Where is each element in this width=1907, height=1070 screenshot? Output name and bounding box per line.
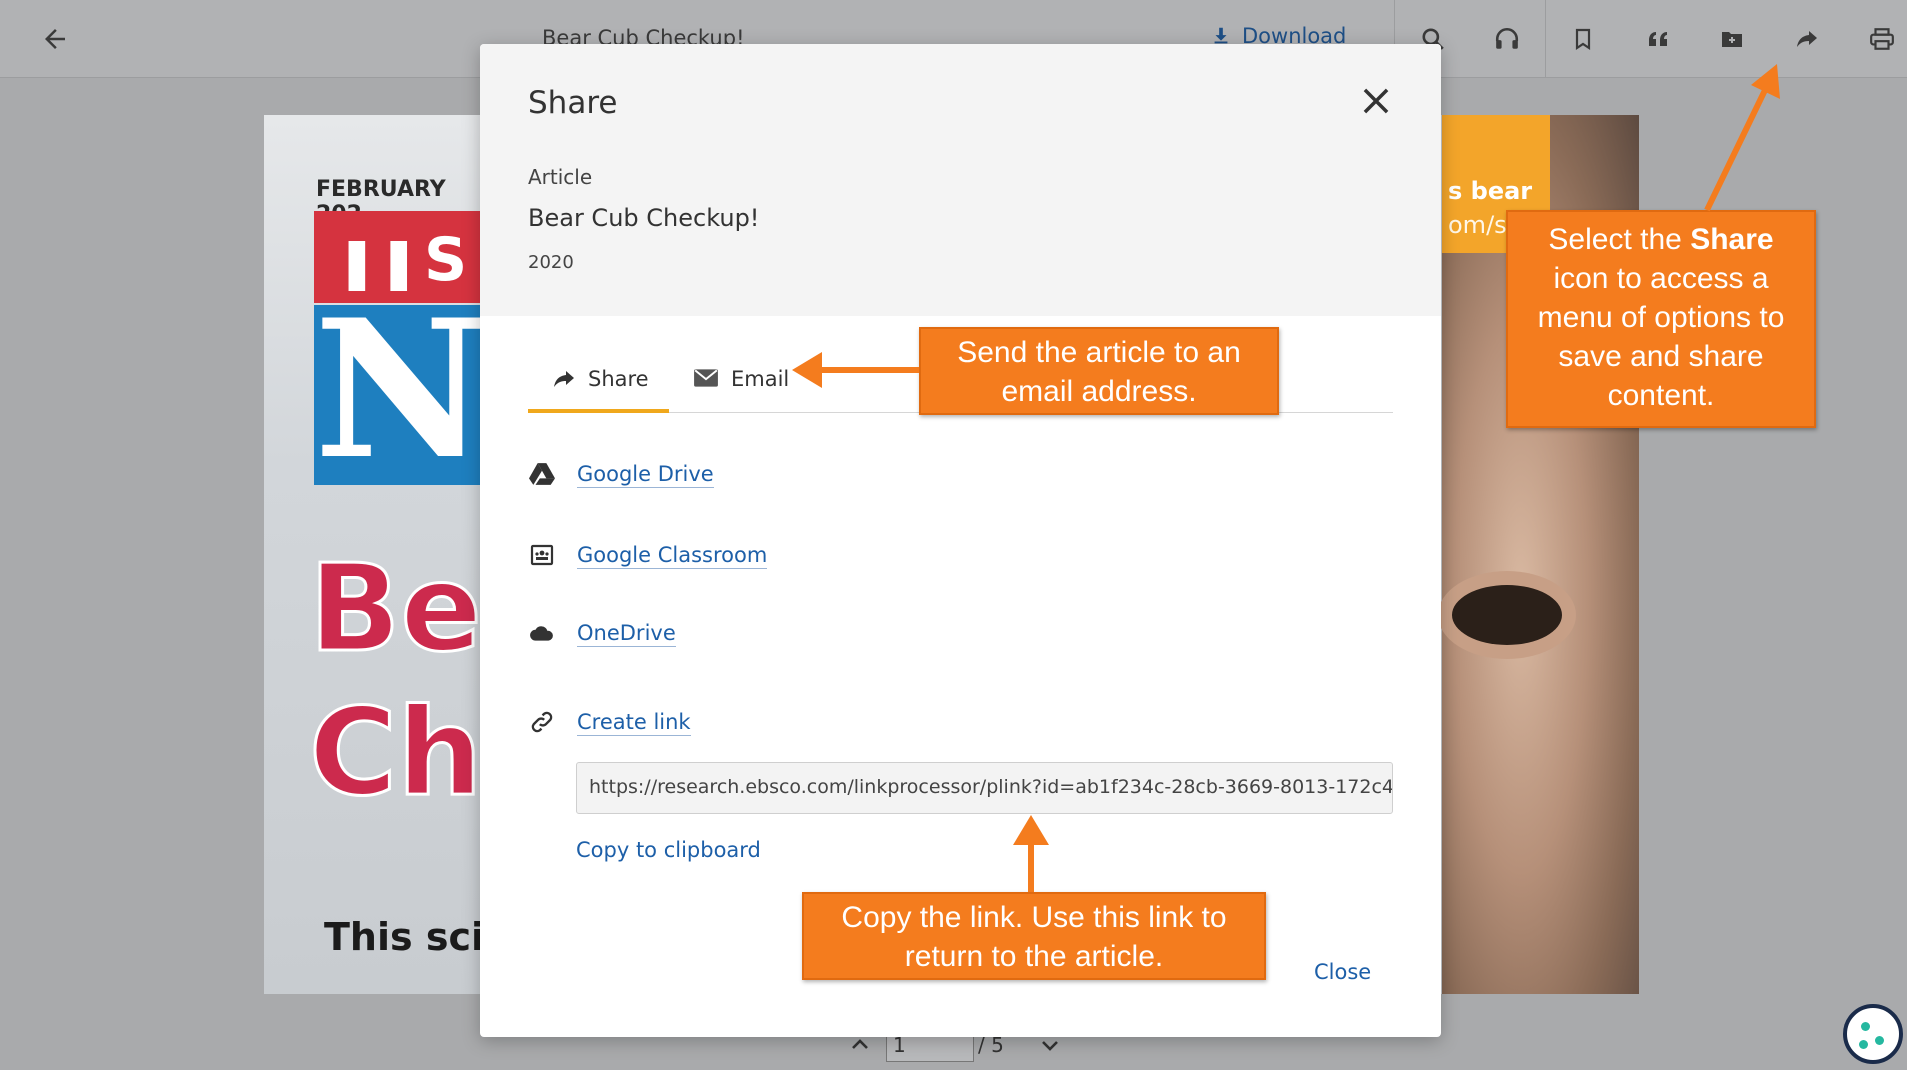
create-link-option[interactable]: Create link	[528, 708, 691, 736]
google-drive-icon	[528, 460, 556, 488]
back-arrow-icon[interactable]	[40, 24, 70, 54]
google-drive-option[interactable]: Google Drive	[528, 460, 714, 488]
share-dialog: Share Article Bear Cub Checkup! 2020 Sha…	[480, 44, 1441, 1037]
close-button[interactable]: Close	[1314, 960, 1371, 984]
tab-email-label: Email	[731, 367, 790, 391]
copy-to-clipboard-button[interactable]: Copy to clipboard	[576, 838, 761, 862]
masthead-letter: N	[314, 295, 494, 485]
cover-photo-eye	[1452, 585, 1562, 645]
cover-footer-text: This sci	[324, 915, 485, 959]
tab-share[interactable]: Share	[528, 367, 669, 413]
share-icon[interactable]	[1792, 24, 1822, 54]
item-type: Article	[528, 165, 593, 189]
google-classroom-option[interactable]: Google Classroom	[528, 541, 768, 569]
toolbar-divider	[1545, 0, 1546, 78]
dialog-title: Share	[528, 85, 618, 121]
headphones-icon[interactable]	[1492, 24, 1522, 54]
email-callout-text: Send the article to an email address.	[957, 336, 1241, 408]
headline-line-1: Be	[308, 540, 484, 679]
tab-email[interactable]: Email	[693, 367, 789, 413]
link-callout-text: Copy the link. Use this link to return t…	[841, 901, 1227, 973]
share-callout-bold: Share	[1690, 223, 1774, 256]
email-callout: Send the article to an email address.	[919, 327, 1279, 415]
onedrive-link[interactable]: OneDrive	[577, 620, 676, 647]
share-icon-callout: Select the Share icon to access a menu o…	[1506, 210, 1816, 428]
dialog-header: Share Article Bear Cub Checkup! 2020	[480, 44, 1441, 316]
quote-icon[interactable]	[1643, 24, 1673, 54]
google-classroom-icon	[528, 541, 556, 569]
cookie-settings-icon[interactable]	[1843, 1004, 1903, 1064]
cover-headline: Be Ch	[308, 540, 484, 823]
cover-page-left: FEBRUARY 202 ❚❚ S N Be Ch This sci	[264, 115, 494, 994]
tab-share-label: Share	[588, 367, 649, 391]
envelope-icon	[694, 369, 718, 387]
banner-line-1: s bear	[1448, 177, 1533, 205]
google-drive-link[interactable]: Google Drive	[577, 461, 714, 488]
share-callout-arrow	[1704, 64, 1780, 212]
print-icon[interactable]	[1867, 24, 1897, 54]
permalink-field[interactable]: https://research.ebsco.com/linkprocessor…	[576, 762, 1393, 814]
create-link-link[interactable]: Create link	[577, 709, 691, 736]
share-icon	[554, 371, 574, 387]
close-icon[interactable]	[1357, 82, 1395, 120]
article-title: Bear Cub Checkup!	[528, 204, 760, 232]
copy-link-callout: Copy the link. Use this link to return t…	[802, 892, 1266, 980]
bookmark-icon[interactable]	[1568, 24, 1598, 54]
share-callout-pre: Select the	[1548, 223, 1691, 256]
share-callout-post: icon to access a menu of options to save…	[1537, 262, 1785, 412]
add-folder-icon[interactable]	[1717, 24, 1747, 54]
headline-line-2: Ch	[308, 684, 484, 823]
cloud-icon	[528, 619, 556, 647]
article-year: 2020	[528, 252, 574, 273]
onedrive-option[interactable]: OneDrive	[528, 619, 676, 647]
link-icon	[528, 708, 556, 736]
google-classroom-link[interactable]: Google Classroom	[577, 542, 768, 569]
